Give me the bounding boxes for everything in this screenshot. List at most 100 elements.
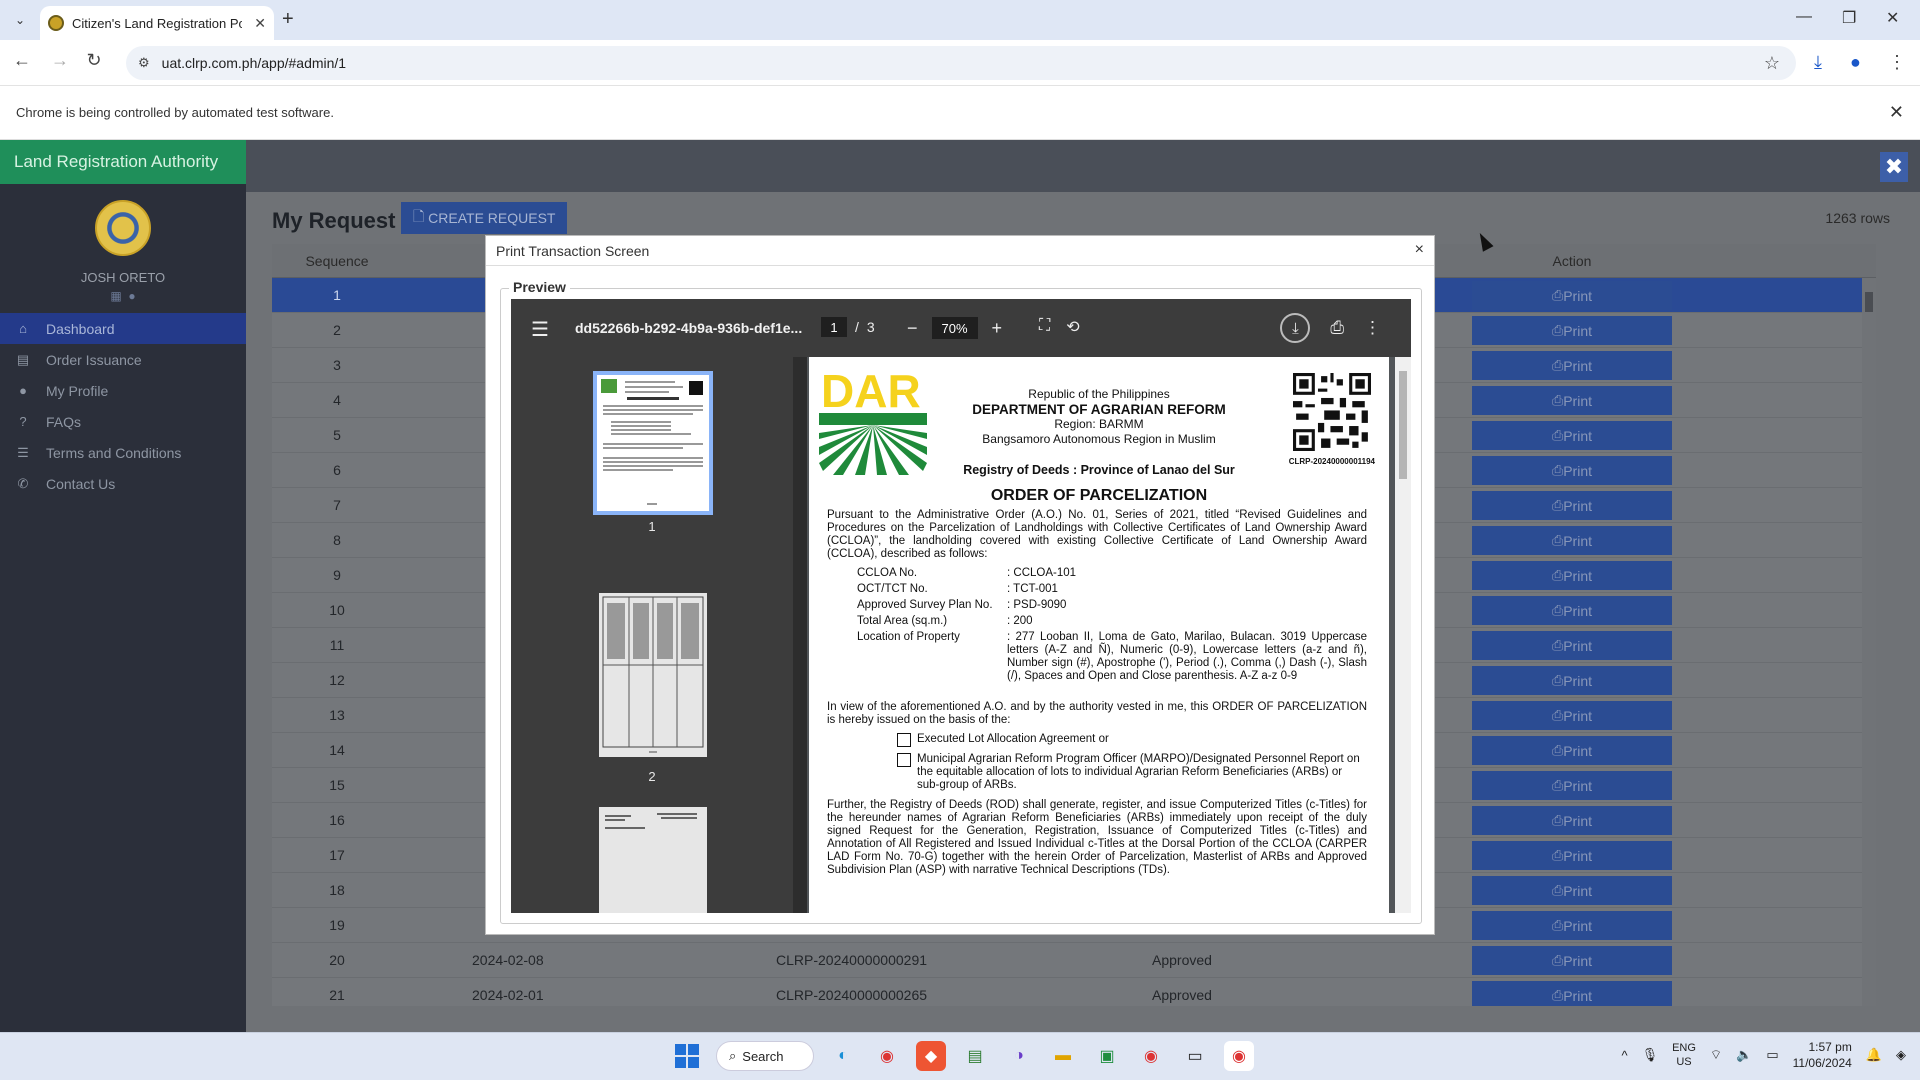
sidebar-item-terms[interactable]: ☰ Terms and Conditions [0, 437, 246, 468]
wifi-icon[interactable]: ⌔ [1710, 1047, 1722, 1063]
thumbnail-page-3[interactable] [599, 807, 707, 913]
sidebar-item-contact[interactable]: ✆ Contact Us [0, 468, 246, 499]
chrome-icon[interactable]: ◉ [872, 1041, 902, 1071]
site-info-icon[interactable]: ⚙ [138, 55, 150, 71]
print-button[interactable]: ⎙ Print [1472, 736, 1672, 765]
address-bar[interactable]: ⚙ uat.clrp.com.ph/app/#admin/1 ☆ [126, 46, 1796, 80]
bookmark-star-icon[interactable]: ☆ [1764, 53, 1780, 74]
fit-page-icon[interactable]: ⛶ [1039, 317, 1050, 337]
print-button[interactable]: ⎙ Print [1472, 281, 1672, 310]
cell-sequence: 11 [329, 637, 345, 653]
new-tab-icon[interactable]: + [282, 8, 294, 31]
modal-close-icon[interactable]: × [1415, 241, 1424, 259]
scroll-thumb[interactable] [1865, 292, 1873, 312]
print-button[interactable]: ⎙ Print [1472, 526, 1672, 555]
sidebar-item-order-issuance[interactable]: ▤ Order Issuance [0, 344, 246, 375]
print-button[interactable]: ⎙ Print [1472, 911, 1672, 940]
more-options-icon[interactable]: ⋮ [1364, 318, 1381, 338]
eclipse-icon[interactable]: ◑ [1004, 1041, 1034, 1071]
print-button[interactable]: ⎙ Print [1472, 316, 1672, 345]
terminal-icon[interactable]: ▭ [1180, 1041, 1210, 1071]
user-small-icon[interactable]: ● [128, 289, 135, 303]
window-close-icon[interactable]: ✕ [1886, 8, 1899, 28]
taskbar-search[interactable]: ⌕ Search [716, 1041, 814, 1071]
anydesk-icon[interactable]: ◆ [916, 1041, 946, 1071]
print-button[interactable]: ⎙ Print [1472, 946, 1672, 975]
print-button[interactable]: ⎙ Print [1472, 806, 1672, 835]
print-button[interactable]: ⎙ Print [1472, 701, 1672, 730]
page-number-input[interactable]: 1 [821, 317, 847, 337]
print-icon[interactable]: ⎙ [1330, 318, 1344, 338]
file-explorer-icon[interactable]: ▬ [1048, 1041, 1078, 1071]
minimize-icon[interactable]: — [1796, 8, 1812, 26]
tab-search-dropdown-icon[interactable]: ⌄ [8, 8, 32, 32]
reload-icon[interactable]: ↻ [82, 50, 106, 71]
sidebar-item-my-profile[interactable]: ● My Profile [0, 375, 246, 406]
print-button[interactable]: ⎙ Print [1472, 771, 1672, 800]
browser-menu-icon[interactable]: ⋮ [1888, 52, 1906, 73]
print-button[interactable]: ⎙ Print [1472, 351, 1672, 380]
restore-icon[interactable]: ❐ [1842, 8, 1856, 28]
notepad-icon[interactable]: ▤ [960, 1041, 990, 1071]
print-button[interactable]: ⎙ Print [1472, 631, 1672, 660]
notification-bell-icon[interactable]: 🔔 [1866, 1047, 1882, 1063]
print-button[interactable]: ⎙ Print [1472, 981, 1672, 1006]
thumbnail-label-2: 2 [648, 769, 656, 784]
rotate-icon[interactable]: ⟲ [1066, 317, 1079, 337]
copilot-icon[interactable]: ◈ [1896, 1047, 1906, 1063]
brand-title[interactable]: Land Registration Authority [0, 140, 246, 184]
zoom-out-icon[interactable]: − [907, 318, 918, 339]
start-button[interactable] [672, 1041, 702, 1071]
pdf-download-icon[interactable]: ⤓ [1280, 313, 1311, 343]
document-scrollbar[interactable] [1395, 357, 1411, 913]
forward-icon[interactable]: → [48, 50, 72, 71]
thumbnail-scrollbar[interactable] [793, 357, 807, 913]
download-icon[interactable]: ⤓ [1814, 52, 1822, 73]
cell-sequence: 12 [329, 672, 345, 688]
volume-icon[interactable]: 🔈 [1736, 1047, 1752, 1063]
edge-icon[interactable]: ◐ [828, 1041, 858, 1071]
clock[interactable]: 1:57 pm 11/06/2024 [1793, 1039, 1852, 1071]
print-button[interactable]: ⎙ Print [1472, 876, 1672, 905]
tray-chevron-icon[interactable]: ^ [1621, 1048, 1627, 1063]
infobar-close-icon[interactable]: ✕ [1889, 102, 1904, 123]
print-button[interactable]: ⎙ Print [1472, 456, 1672, 485]
chrome-alt-icon[interactable]: ◉ [1136, 1041, 1166, 1071]
profile-icon[interactable]: ● [1850, 52, 1861, 73]
tab-close-icon[interactable]: ✕ [254, 15, 266, 32]
grid-icon[interactable]: ▦ [110, 289, 121, 303]
print-button[interactable]: ⎙ Print [1472, 561, 1672, 590]
print-button[interactable]: ⎙ Print [1472, 386, 1672, 415]
table-row[interactable]: 20 2024-02-08 CLRP-20240000000291 Approved ⎙… [272, 943, 1876, 978]
doc-checkbox-row: Executed Lot Allocation Agreement or [897, 733, 1367, 747]
print-label: Print [1563, 742, 1592, 759]
chat-icon[interactable]: ▣ [1092, 1041, 1122, 1071]
table-row[interactable]: 21 2024-02-01 CLRP-20240000000265 Approved ⎙… [272, 978, 1876, 1006]
zoom-level[interactable]: 70% [931, 317, 978, 339]
close-panel-icon[interactable]: ✖ [1880, 152, 1908, 182]
cell-sequence: 1 [333, 287, 341, 303]
print-button[interactable]: ⎙ Print [1472, 596, 1672, 625]
print-button[interactable]: ⎙ Print [1472, 421, 1672, 450]
sidebar-item-dashboard[interactable]: ⌂ Dashboard [0, 313, 246, 344]
language-indicator[interactable]: ENG US [1672, 1041, 1696, 1069]
microphone-icon[interactable]: 🎙 [1642, 1047, 1659, 1063]
document-scroll-thumb[interactable] [1399, 371, 1407, 479]
hamburger-menu-icon[interactable]: ☰ [531, 317, 549, 342]
thumbnail-page-1[interactable] [593, 371, 713, 515]
back-icon[interactable]: ← [10, 50, 34, 71]
chrome-active-icon[interactable]: ◉ [1224, 1041, 1254, 1071]
print-icon: ⎙ [1552, 707, 1564, 723]
zoom-in-icon[interactable]: + [992, 318, 1003, 339]
table-scrollbar[interactable] [1862, 278, 1876, 1006]
battery-icon[interactable]: ▭ [1766, 1047, 1778, 1063]
sidebar-item-faqs[interactable]: ? FAQs [0, 406, 246, 437]
thumbnail-page-2[interactable] [599, 593, 707, 757]
col-sequence[interactable]: Sequence [272, 253, 402, 269]
print-button[interactable]: ⎙ Print [1472, 666, 1672, 695]
print-button[interactable]: ⎙ Print [1472, 841, 1672, 870]
cell-status: Approved [1152, 987, 1212, 1003]
create-request-button[interactable]: 🗋 CREATE REQUEST [401, 202, 568, 234]
print-button[interactable]: ⎙ Print [1472, 491, 1672, 520]
browser-tab[interactable]: Citizen's Land Registration Port ✕ [40, 6, 274, 40]
